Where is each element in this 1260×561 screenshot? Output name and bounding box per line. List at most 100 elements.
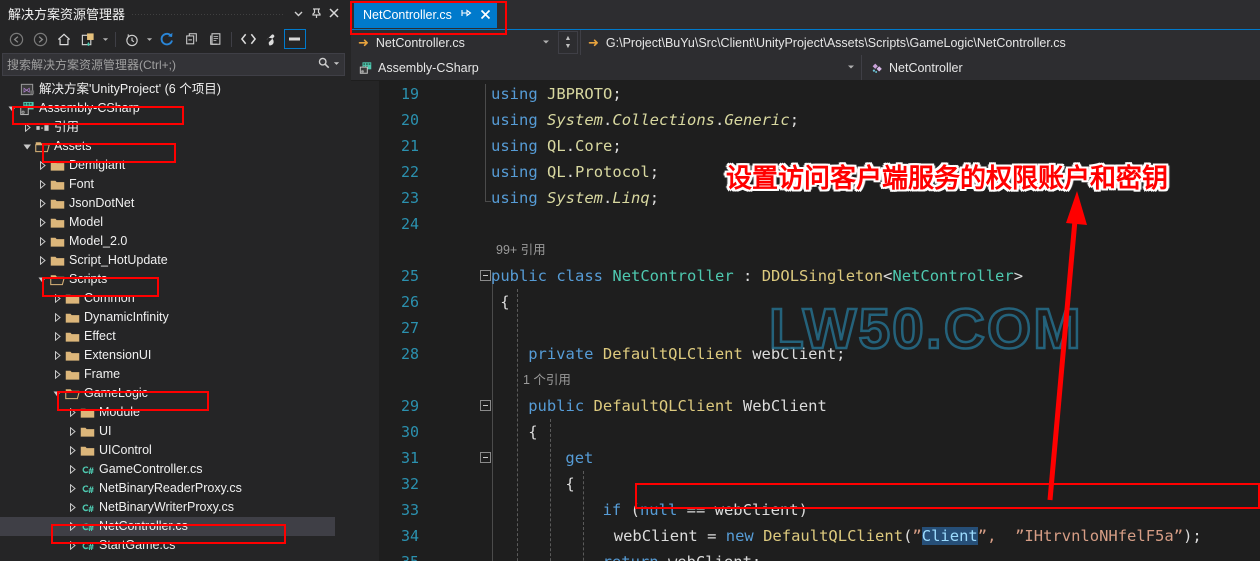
tree-item-gamelogic[interactable]: GameLogic	[0, 384, 335, 403]
code-line-30: {	[528, 419, 537, 445]
chevron-right-icon[interactable]	[51, 365, 64, 384]
nav-spin-buttons[interactable]: ▲ ▼	[558, 31, 578, 54]
show-all-files-icon[interactable]	[76, 28, 100, 50]
pending-changes-icon[interactable]	[120, 28, 144, 50]
tree-item-script_hotupdate[interactable]: Script_HotUpdate	[0, 251, 335, 270]
fold-box-class[interactable]	[480, 270, 491, 281]
tab-netcontroller-cs[interactable]: NetController.cs	[354, 2, 497, 28]
tree-item-label: NetController.cs	[99, 517, 188, 536]
tree-item-effect[interactable]: Effect	[0, 327, 335, 346]
tree-item-jsondotnet[interactable]: JsonDotNet	[0, 194, 335, 213]
codelens-reference[interactable]: 1 个引用	[523, 367, 571, 393]
show-all-files-caret-icon[interactable]	[100, 28, 111, 50]
tree-item-font[interactable]: Font	[0, 175, 335, 194]
collapse-all-icon[interactable]	[179, 28, 203, 50]
code-view-icon[interactable]	[236, 28, 260, 50]
tree-item-extensionui[interactable]: ExtensionUI	[0, 346, 335, 365]
properties-window-icon[interactable]	[203, 28, 227, 50]
tree-item--[interactable]: 引用	[0, 118, 335, 137]
codelens-reference[interactable]: 99+ 引用	[496, 237, 546, 263]
fold-box-property[interactable]	[480, 400, 491, 411]
chevron-right-icon[interactable]	[51, 289, 64, 308]
chevron-right-icon[interactable]	[36, 194, 49, 213]
tree-item-common[interactable]: Common	[0, 289, 335, 308]
folder-icon	[49, 251, 66, 270]
solution-tree[interactable]: ⋈解决方案'UnityProject' (6 个项目)Assembly-CSha…	[0, 80, 335, 561]
chevron-right-icon[interactable]	[66, 479, 79, 498]
chevron-right-icon[interactable]	[36, 175, 49, 194]
line-number: 28	[387, 341, 419, 367]
chevron-down-icon[interactable]	[21, 137, 34, 156]
chevron-right-icon[interactable]	[66, 422, 79, 441]
chevron-down-icon[interactable]	[36, 270, 49, 289]
back-icon[interactable]	[4, 28, 28, 50]
tab-close-icon[interactable]	[480, 7, 491, 23]
chevron-down-icon[interactable]	[51, 384, 64, 403]
tree-item-netbinaryreaderproxy.cs[interactable]: NetBinaryReaderProxy.cs	[0, 479, 335, 498]
nav-member-combo[interactable]: NetController	[862, 55, 1260, 80]
code-line-33: if (null == webClient)	[603, 497, 808, 523]
chevron-right-icon[interactable]	[66, 460, 79, 479]
search-icon[interactable]	[318, 57, 330, 72]
search-input[interactable]: 搜索解决方案资源管理器(Ctrl+;)	[2, 53, 345, 76]
tree-item-netbinarywriterproxy.cs[interactable]: NetBinaryWriterProxy.cs	[0, 498, 335, 517]
refresh-icon[interactable]	[155, 28, 179, 50]
tree-item-label: Font	[69, 175, 94, 194]
tree-item-netcontroller.cs[interactable]: NetController.cs	[0, 517, 335, 536]
chevron-right-icon[interactable]	[36, 232, 49, 251]
chevron-right-icon[interactable]	[66, 536, 79, 555]
tree-item-assets[interactable]: Assets	[0, 137, 335, 156]
spin-up-icon[interactable]: ▲	[565, 35, 572, 43]
tree-item-dynamicinfinity[interactable]: DynamicInfinity	[0, 308, 335, 327]
tree-item-scripts[interactable]: Scripts	[0, 270, 335, 289]
tree-item-model[interactable]: Model	[0, 213, 335, 232]
chevron-right-icon[interactable]	[66, 517, 79, 536]
chevron-right-icon[interactable]	[66, 441, 79, 460]
tree-item-gamecontroller.cs[interactable]: GameController.cs	[0, 460, 335, 479]
nav-file-combo[interactable]: ➜ NetController.cs	[351, 30, 556, 55]
tab-pin-icon[interactable]	[461, 8, 472, 22]
tree-item-ui[interactable]: UI	[0, 422, 335, 441]
chevron-right-icon[interactable]	[66, 498, 79, 517]
nav-file-caret-icon[interactable]	[542, 38, 550, 48]
tree-item-module[interactable]: Module	[0, 403, 335, 422]
fold-box-getter[interactable]	[480, 452, 491, 463]
search-dropdown-icon[interactable]	[333, 60, 340, 69]
chevron-right-icon[interactable]	[21, 118, 34, 137]
spin-down-icon[interactable]: ▼	[565, 43, 572, 51]
chevron-right-icon[interactable]	[66, 403, 79, 422]
nav-filepath[interactable]: ➜ G:\Project\BuYu\Src\Client\UnityProjec…	[581, 30, 1260, 55]
tree-item-uicontrol[interactable]: UIControl	[0, 441, 335, 460]
code-editor[interactable]: 192021222324252627282930313233343536 usi…	[351, 81, 1260, 561]
nav-file-label: NetController.cs	[376, 36, 465, 50]
chevron-right-icon[interactable]	[51, 308, 64, 327]
pending-changes-caret-icon[interactable]	[144, 28, 155, 50]
tree-item-label: Scripts	[69, 270, 107, 289]
annotation-callout-text: 设置访问客户端服务的权限账户和密钥	[726, 158, 1168, 195]
home-icon[interactable]	[52, 28, 76, 50]
line-number: 31	[387, 445, 419, 471]
pin-icon[interactable]	[307, 3, 325, 23]
chevron-right-icon[interactable]	[36, 213, 49, 232]
chevron-right-icon[interactable]	[51, 346, 64, 365]
tree-item-startgame.cs[interactable]: StartGame.cs	[0, 536, 335, 555]
tree-item-demigiant[interactable]: Demigiant	[0, 156, 335, 175]
chevron-right-icon[interactable]	[36, 156, 49, 175]
forward-icon[interactable]	[28, 28, 52, 50]
nav-project-caret-icon[interactable]	[847, 63, 855, 73]
nav-project-combo[interactable]: Assembly-CSharp	[351, 55, 861, 80]
csproj-icon	[19, 99, 36, 118]
chevron-right-icon[interactable]	[36, 251, 49, 270]
tree-item--unityproject-6-[interactable]: ⋈解决方案'UnityProject' (6 个项目)	[0, 80, 335, 99]
tree-item-assembly-csharp[interactable]: Assembly-CSharp	[0, 99, 335, 118]
folder-icon	[64, 308, 81, 327]
tree-item-frame[interactable]: Frame	[0, 365, 335, 384]
preview-selected-items-icon[interactable]	[284, 29, 306, 49]
chevron-down-icon[interactable]	[6, 99, 19, 118]
line-number: 27	[387, 315, 419, 341]
panel-dropdown-icon[interactable]	[289, 3, 307, 23]
chevron-right-icon[interactable]	[51, 327, 64, 346]
properties-wrench-icon[interactable]	[260, 28, 284, 50]
tree-item-model_2.0[interactable]: Model_2.0	[0, 232, 335, 251]
close-icon[interactable]	[325, 3, 343, 23]
